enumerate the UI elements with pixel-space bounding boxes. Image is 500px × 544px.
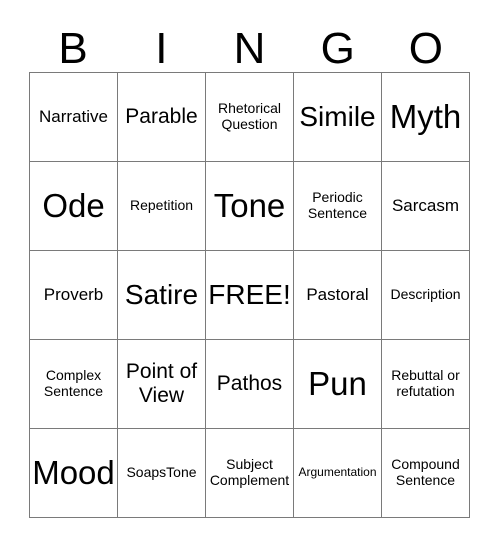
bingo-cell-label: Rebuttal or refutation bbox=[391, 367, 460, 399]
bingo-cell[interactable]: Rebuttal or refutation bbox=[382, 340, 470, 429]
bingo-cell-label: Simile bbox=[299, 101, 376, 133]
header-letter-b: B bbox=[58, 24, 88, 73]
bingo-cell[interactable]: Subject Complement bbox=[206, 429, 294, 518]
bingo-cell[interactable]: Point of View bbox=[118, 340, 206, 429]
bingo-cell[interactable]: SoapsTone bbox=[118, 429, 206, 518]
bingo-cell-label: Parable bbox=[125, 105, 198, 129]
bingo-cell-label: SoapsTone bbox=[126, 464, 197, 481]
bingo-cell-label: Ode bbox=[42, 186, 105, 224]
bingo-cell-label: Myth bbox=[389, 97, 462, 135]
bingo-cell-label: Periodic Sentence bbox=[307, 189, 368, 221]
bingo-cell-label: Argumentation bbox=[298, 465, 377, 480]
bingo-cell-label: Pathos bbox=[216, 372, 283, 396]
bingo-cell[interactable]: Pun bbox=[294, 340, 382, 429]
bingo-cell[interactable]: Satire bbox=[118, 251, 206, 340]
bingo-cell[interactable]: Myth bbox=[382, 73, 470, 162]
bingo-cell[interactable]: Narrative bbox=[30, 73, 118, 162]
bingo-row: Narrative Parable Rhetorical Question Si… bbox=[30, 73, 470, 162]
bingo-cell[interactable]: Argumentation bbox=[294, 429, 382, 518]
header-letter-o: O bbox=[408, 24, 444, 73]
bingo-header: B I N G O bbox=[29, 14, 470, 72]
bingo-cell[interactable]: Compound Sentence bbox=[382, 429, 470, 518]
bingo-cell[interactable]: Description bbox=[382, 251, 470, 340]
header-letter-n: N bbox=[233, 24, 266, 73]
bingo-row: Ode Repetition Tone Periodic Sentence Sa… bbox=[30, 162, 470, 251]
bingo-cell[interactable]: Rhetorical Question bbox=[206, 73, 294, 162]
bingo-cell-label: Tone bbox=[213, 186, 286, 224]
bingo-cell[interactable]: Ode bbox=[30, 162, 118, 251]
bingo-cell[interactable]: Sarcasm bbox=[382, 162, 470, 251]
bingo-cell[interactable]: Periodic Sentence bbox=[294, 162, 382, 251]
bingo-grid: Narrative Parable Rhetorical Question Si… bbox=[29, 72, 470, 518]
bingo-cell-label: Mood bbox=[32, 453, 115, 491]
bingo-cell-label: Repetition bbox=[129, 197, 194, 214]
bingo-cell-label: Narrative bbox=[39, 107, 108, 127]
bingo-cell-label: Proverb bbox=[43, 285, 104, 305]
header-letter-i: I bbox=[155, 24, 168, 73]
bingo-cell-label: Rhetorical Question bbox=[217, 100, 282, 132]
bingo-cell-label: FREE! bbox=[208, 279, 291, 311]
bingo-cell-label: Satire bbox=[124, 279, 199, 311]
bingo-cell[interactable]: Repetition bbox=[118, 162, 206, 251]
bingo-cell[interactable]: Simile bbox=[294, 73, 382, 162]
bingo-cell-label: Description bbox=[390, 286, 461, 303]
bingo-cell-label: Compound Sentence bbox=[391, 456, 460, 488]
bingo-cell-label: Pastoral bbox=[306, 285, 369, 305]
bingo-cell[interactable]: Pathos bbox=[206, 340, 294, 429]
bingo-card: B I N G O Narrative Parable Rhetorical Q… bbox=[0, 0, 500, 544]
bingo-cell-label: Subject Complement bbox=[209, 456, 290, 488]
bingo-row: Mood SoapsTone Subject Complement Argume… bbox=[30, 429, 470, 518]
bingo-cell[interactable]: Tone bbox=[206, 162, 294, 251]
bingo-cell[interactable]: Complex Sentence bbox=[30, 340, 118, 429]
bingo-cell[interactable]: Mood bbox=[30, 429, 118, 518]
bingo-cell-label: Sarcasm bbox=[391, 196, 460, 216]
bingo-cell-label: Complex Sentence bbox=[43, 367, 104, 399]
bingo-cell-label: Point of View bbox=[125, 360, 198, 407]
header-letter-g: G bbox=[320, 24, 355, 73]
bingo-cell-label: Pun bbox=[308, 364, 367, 402]
bingo-cell[interactable]: Pastoral bbox=[294, 251, 382, 340]
bingo-row: Complex Sentence Point of View Pathos Pu… bbox=[30, 340, 470, 429]
bingo-cell[interactable]: Parable bbox=[118, 73, 206, 162]
bingo-row: Proverb Satire FREE! Pastoral Descriptio… bbox=[30, 251, 470, 340]
bingo-cell[interactable]: Proverb bbox=[30, 251, 118, 340]
bingo-cell-free[interactable]: FREE! bbox=[206, 251, 294, 340]
